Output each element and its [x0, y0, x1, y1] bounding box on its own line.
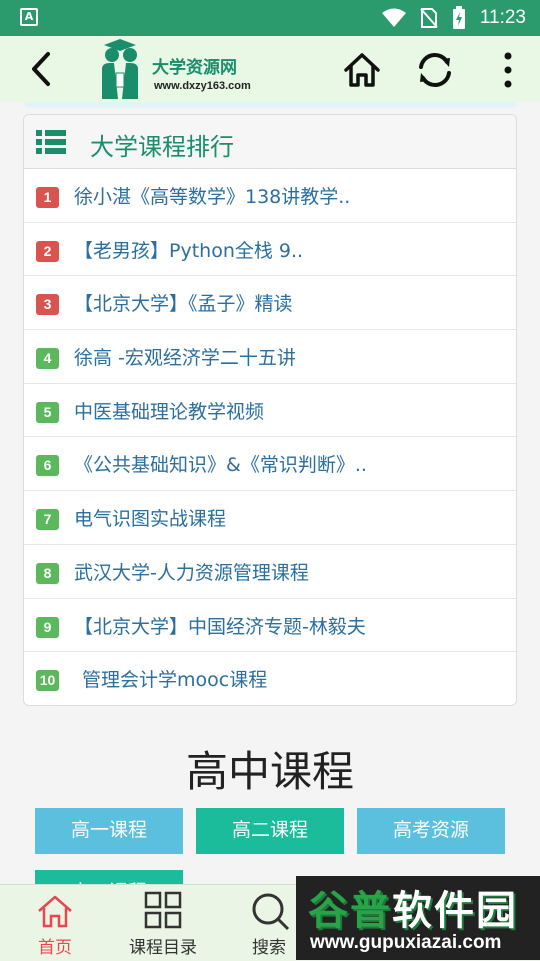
- app-header: 大学资源网 www.dxzy163.com: [0, 36, 540, 102]
- ranking-title: 大学课程排行: [90, 133, 234, 161]
- content-top-strip: [24, 102, 518, 108]
- ranking-header: 大学课程排行: [24, 115, 516, 169]
- tab-home[interactable]: 首页: [0, 885, 110, 961]
- course-link[interactable]: 【北京大学】《孟子》精读: [74, 289, 293, 316]
- ranking-row[interactable]: 3 【北京大学】《孟子》精读: [24, 276, 516, 331]
- rank-badge: 2: [36, 240, 59, 262]
- course-ranking-panel: 大学课程排行 1 徐小湛《高等数学》138讲教学.. 2 【老男孩】Python全栈 …: [23, 114, 517, 706]
- rank-badge: 9: [36, 616, 59, 638]
- home-icon[interactable]: [342, 50, 382, 90]
- ranking-row[interactable]: 8 武汉大学-人力资源管理课程: [24, 545, 516, 599]
- ranking-row[interactable]: 5 中医基础理论教学视频: [24, 384, 516, 438]
- ranking-row[interactable]: 7 电气识图实战课程: [24, 491, 516, 545]
- course-link[interactable]: 【北京大学】中国经济专题-林毅夫: [74, 612, 366, 639]
- course-link[interactable]: 电气识图实战课程: [74, 504, 226, 531]
- course-link[interactable]: 徐小湛《高等数学》138讲教学..: [74, 182, 350, 209]
- course-link[interactable]: 中医基础理论教学视频: [74, 397, 264, 424]
- rank-badge: 8: [36, 562, 59, 584]
- tab-home-label: 首页: [38, 938, 72, 958]
- course-link[interactable]: 《公共基础知识》&《常识判断》..: [74, 450, 367, 477]
- wifi-icon: [381, 8, 406, 27]
- clock: 11:23: [479, 7, 526, 28]
- refresh-icon[interactable]: [414, 50, 456, 90]
- tab-course-catalog-label: 课程目录: [129, 938, 197, 958]
- rank-badge: 4: [36, 348, 59, 370]
- logo-url: www.dxzy163.com: [154, 80, 251, 92]
- battery-charging-icon: [452, 6, 465, 29]
- home-tab-icon: [38, 895, 72, 928]
- grade-button[interactable]: 高二课程: [196, 808, 344, 854]
- course-link[interactable]: 【老男孩】Python全栈 9..: [74, 236, 303, 263]
- ranking-list: 1 徐小湛《高等数学》138讲教学.. 2 【老男孩】Python全栈 9.. 3 【北京…: [24, 169, 516, 705]
- ranking-row[interactable]: 1 徐小湛《高等数学》138讲教学..: [24, 169, 516, 223]
- no-sim-icon: [420, 8, 438, 28]
- rank-badge: 6: [36, 455, 59, 477]
- back-arrow-icon[interactable]: [24, 50, 60, 88]
- notification-app-icon: A: [20, 8, 38, 26]
- course-link[interactable]: 管理会计学mooc课程: [82, 665, 267, 692]
- more-options-icon[interactable]: [496, 50, 520, 90]
- watermark-url: www.gupuxiazai.com: [310, 932, 502, 953]
- watermark: 谷普软件园 www.gupuxiazai.com: [296, 876, 540, 960]
- watermark-title: 谷普软件园: [308, 888, 518, 934]
- status-bar: A 11:23: [0, 0, 540, 36]
- ranking-row[interactable]: 4 徐高 -宏观经济学二十五讲: [24, 330, 516, 384]
- logo-title: 大学资源网: [152, 58, 237, 78]
- ranking-row[interactable]: 2 【老男孩】Python全栈 9..: [24, 223, 516, 277]
- graduates-logo-icon: [102, 39, 138, 99]
- search-icon: [252, 893, 290, 931]
- rank-badge: 10: [36, 670, 59, 692]
- rank-badge: 7: [36, 509, 59, 531]
- rank-badge: 3: [36, 294, 59, 316]
- ranking-row[interactable]: 9 【北京大学】中国经济专题-林毅夫: [24, 599, 516, 653]
- course-link[interactable]: 徐高 -宏观经济学二十五讲: [74, 343, 296, 370]
- rank-badge: 5: [36, 401, 59, 423]
- tab-course-catalog[interactable]: 课程目录: [108, 885, 218, 961]
- high-school-title: 高中课程: [185, 747, 354, 796]
- list-icon: [36, 130, 66, 154]
- site-logo[interactable]: 大学资源网 www.dxzy163.com: [90, 39, 270, 99]
- grid-icon: [144, 891, 182, 929]
- course-link[interactable]: 武汉大学-人力资源管理课程: [74, 558, 309, 585]
- grade-button[interactable]: 高一课程: [35, 808, 183, 854]
- ranking-row[interactable]: 6 《公共基础知识》&《常识判断》..: [24, 437, 516, 492]
- ranking-row[interactable]: 10 管理会计学mooc课程: [24, 652, 516, 705]
- grade-button[interactable]: 高考资源: [357, 808, 505, 854]
- status-icons: 11:23: [381, 6, 526, 30]
- rank-badge: 1: [36, 187, 59, 208]
